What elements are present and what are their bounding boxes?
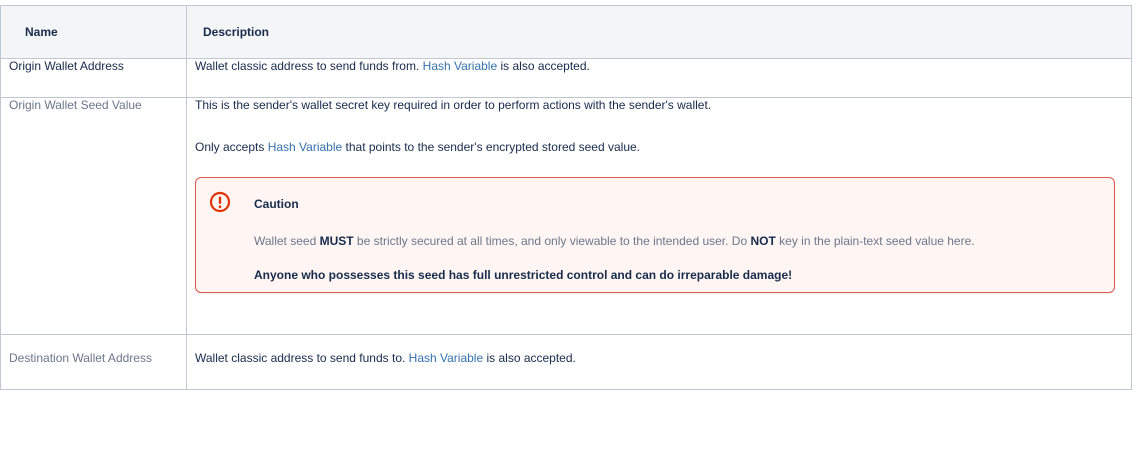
hash-variable-link[interactable]: Hash Variable <box>423 59 497 73</box>
caution-panel: Caution Wallet seed MUST be strictly sec… <box>195 177 1115 293</box>
description-text: Wallet classic address to send funds to. <box>195 351 409 365</box>
param-name: Origin Wallet Address <box>0 58 187 98</box>
caution-warning: Anyone who possesses this seed has full … <box>254 268 793 282</box>
param-description: Wallet classic address to send funds fro… <box>186 58 1132 98</box>
table-row: Origin Wallet Address Wallet classic add… <box>0 58 1132 98</box>
description-text: Only accepts <box>195 140 268 154</box>
table-row: Origin Wallet Seed Value This is the sen… <box>0 97 1132 335</box>
description-paragraph: This is the sender's wallet secret key r… <box>195 98 712 112</box>
caution-text: Wallet seed <box>254 234 320 248</box>
header-description: Description <box>186 5 1132 59</box>
param-name: Origin Wallet Seed Value <box>0 97 187 335</box>
table-row: Destination Wallet Address Wallet classi… <box>0 334 1132 390</box>
description-text: that points to the sender's encrypted st… <box>342 140 640 154</box>
description-text: is also accepted. <box>483 351 576 365</box>
caution-emphasis: NOT <box>750 234 776 248</box>
param-description: This is the sender's wallet secret key r… <box>186 97 1132 335</box>
warning-circle-icon <box>209 191 231 213</box>
hash-variable-link[interactable]: Hash Variable <box>409 351 483 365</box>
table-header-row: Name Description <box>0 5 1132 59</box>
caution-text: key in the plain-text seed value here. <box>775 234 975 248</box>
caution-text: be strictly secured at all times, and on… <box>353 234 751 248</box>
description-paragraph: Only accepts Hash Variable that points t… <box>195 140 1123 154</box>
caution-title: Caution <box>254 197 299 211</box>
description-text: is also accepted. <box>497 59 590 73</box>
description-text: Wallet classic address to send funds fro… <box>195 59 423 73</box>
param-name: Destination Wallet Address <box>0 334 187 390</box>
header-name: Name <box>0 5 187 59</box>
param-description: Wallet classic address to send funds to.… <box>186 334 1132 390</box>
caution-emphasis: MUST <box>319 234 354 248</box>
hash-variable-link[interactable]: Hash Variable <box>268 140 342 154</box>
parameters-table: Name Description Origin Wallet Address W… <box>0 5 1132 390</box>
caution-body: Wallet seed MUST be strictly secured at … <box>254 234 975 248</box>
